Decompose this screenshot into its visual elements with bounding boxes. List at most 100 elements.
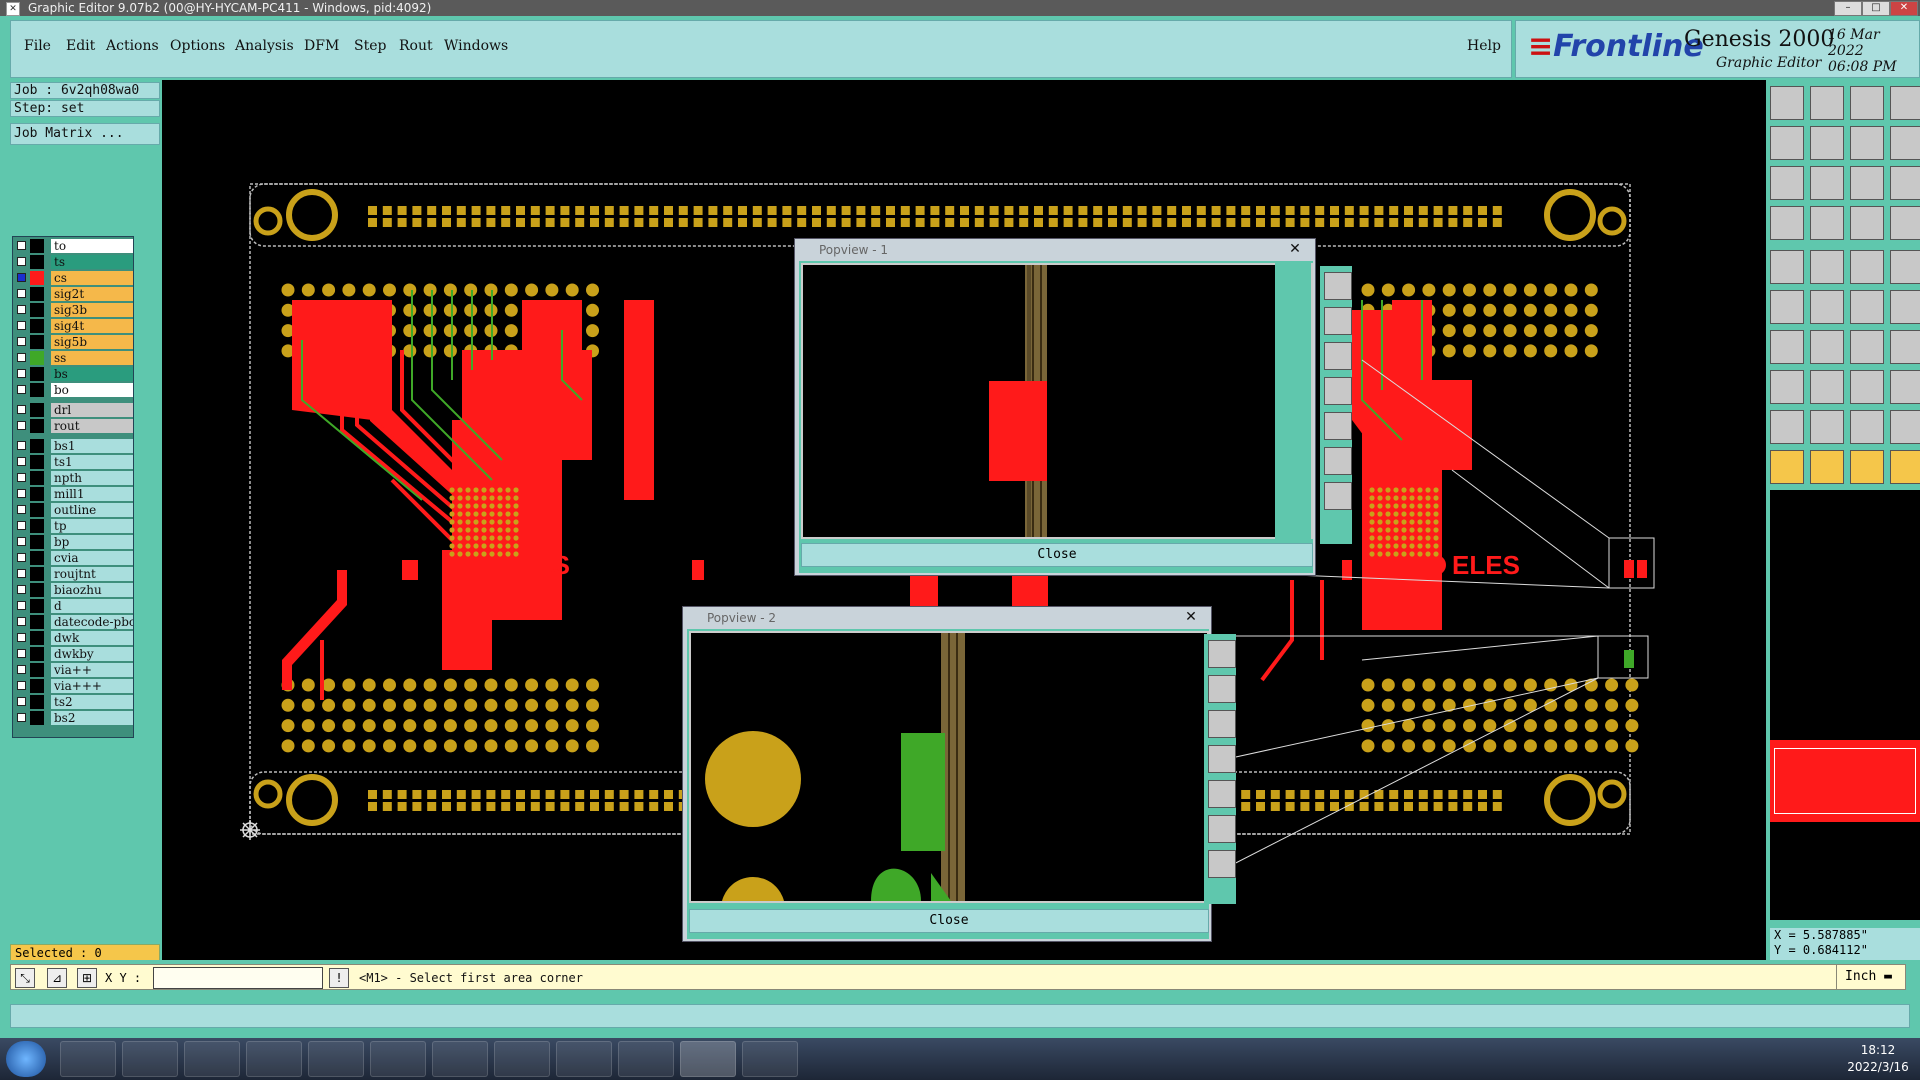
layer-checkbox[interactable] — [17, 457, 26, 466]
layer-row[interactable]: bp — [15, 535, 133, 549]
route-icon[interactable] — [1890, 330, 1920, 364]
popview-zoom-in-icon[interactable] — [1324, 482, 1352, 510]
layer-checkbox[interactable] — [17, 241, 26, 250]
popview-2-view[interactable] — [689, 631, 1209, 903]
triangle-filled-icon[interactable] — [1850, 410, 1884, 444]
snap-grid-icon[interactable] — [1850, 126, 1884, 160]
layer-color-swatch[interactable] — [30, 535, 44, 549]
slope-icon[interactable] — [1770, 330, 1804, 364]
layer-row[interactable]: sig2t — [15, 287, 133, 301]
menu-dfm[interactable]: DFM — [304, 38, 339, 54]
menu-step[interactable]: Step — [354, 38, 386, 54]
layer-name[interactable]: ss — [51, 351, 133, 365]
layer-color-swatch[interactable] — [30, 239, 44, 253]
popview-pan-up-icon[interactable] — [1324, 307, 1352, 335]
layer-name[interactable]: bs — [51, 367, 133, 381]
layer-checkbox[interactable] — [17, 405, 26, 414]
layer-row[interactable]: rout — [15, 419, 133, 433]
popview-2-titlebar[interactable]: Popview - 2 ✕ — [683, 607, 1211, 629]
pointer-icon[interactable] — [1770, 450, 1804, 484]
layer-checkbox[interactable] — [17, 421, 26, 430]
popview-pan-down-icon[interactable] — [1208, 710, 1236, 738]
popview-zoom-fit-icon[interactable] — [1324, 447, 1352, 475]
layer-name[interactable]: cs — [51, 271, 133, 285]
layer-row[interactable]: ts1 — [15, 455, 133, 469]
layer-checkbox[interactable] — [17, 473, 26, 482]
grid-toggle-icon[interactable] — [1810, 206, 1844, 240]
scale-1-2-icon[interactable] — [1850, 166, 1884, 200]
layer-name[interactable]: via++ — [51, 663, 133, 677]
move-pad-icon[interactable] — [1770, 370, 1804, 404]
layer-color-swatch[interactable] — [30, 403, 44, 417]
layer-row[interactable]: bs — [15, 367, 133, 381]
layer-checkbox[interactable] — [17, 353, 26, 362]
layer-row[interactable]: to — [15, 239, 133, 253]
layer-row[interactable]: npth — [15, 471, 133, 485]
popview-1-view[interactable] — [801, 263, 1313, 539]
overview-map[interactable] — [1770, 490, 1920, 920]
popview-zoom-fit-icon[interactable] — [1208, 815, 1236, 843]
popview-pan-right-icon[interactable] — [1324, 412, 1352, 440]
home-icon[interactable] — [1850, 86, 1884, 120]
menu-help[interactable]: Help — [1467, 38, 1501, 54]
layer-row[interactable]: bs1 — [15, 439, 133, 453]
window-icon[interactable] — [1890, 86, 1920, 120]
layer-name[interactable]: outline — [51, 503, 133, 517]
system-clock[interactable]: 18:12 2022/3/16 — [1840, 1042, 1916, 1076]
rotate-icon[interactable] — [1850, 330, 1884, 364]
layer-color-swatch[interactable] — [30, 631, 44, 645]
layer-color-swatch[interactable] — [30, 679, 44, 693]
layer-color-swatch[interactable] — [30, 551, 44, 565]
popview-1-close-icon[interactable]: ✕ — [1283, 240, 1307, 258]
layer-checkbox[interactable] — [17, 649, 26, 658]
layer-color-swatch[interactable] — [30, 567, 44, 581]
layer-name[interactable]: ts — [51, 255, 133, 269]
layer-name[interactable]: rout — [51, 419, 133, 433]
layer-checkbox[interactable] — [17, 697, 26, 706]
layer-color-swatch[interactable] — [30, 351, 44, 365]
select-feature-icon[interactable] — [1770, 250, 1804, 284]
layer-name[interactable]: dwkby — [51, 647, 133, 661]
triangle-icon[interactable] — [1770, 410, 1804, 444]
taskbar-app-genesis[interactable] — [680, 1041, 736, 1077]
maximize-button[interactable]: □ — [1862, 1, 1890, 16]
layer-checkbox[interactable] — [17, 585, 26, 594]
layer-color-swatch[interactable] — [30, 419, 44, 433]
menu-file[interactable]: File — [24, 38, 51, 54]
layer-row[interactable]: bs2 — [15, 711, 133, 725]
layer-name[interactable]: ts2 — [51, 695, 133, 709]
job-matrix-button[interactable]: Job Matrix ... — [10, 123, 160, 145]
net-icon[interactable] — [1770, 290, 1804, 324]
triangle-alt-icon[interactable] — [1890, 410, 1920, 444]
layer-name[interactable]: tp — [51, 519, 133, 533]
layer-row[interactable]: cs — [15, 271, 133, 285]
layer-name[interactable]: npth — [51, 471, 133, 485]
start-button[interactable] — [6, 1041, 46, 1077]
measure-icon[interactable]: ⊿ — [47, 968, 67, 988]
layer-checkbox[interactable] — [17, 521, 26, 530]
display-mode-icon[interactable] — [1890, 206, 1920, 240]
layer-row[interactable]: sig4t — [15, 319, 133, 333]
taskbar-app-shell[interactable] — [60, 1041, 116, 1077]
stretch-icon[interactable] — [1850, 370, 1884, 404]
zoom-fit-icon[interactable] — [1770, 166, 1804, 200]
layer-row[interactable]: d — [15, 599, 133, 613]
layer-name[interactable]: bo — [51, 383, 133, 397]
layer-row[interactable]: via++ — [15, 663, 133, 677]
close-window-button[interactable]: ✕ — [1890, 1, 1918, 16]
layer-row[interactable]: outline — [15, 503, 133, 517]
taskbar-app-other[interactable] — [742, 1041, 798, 1077]
unit-selector[interactable]: Inch ▬ — [1836, 964, 1906, 990]
xy-input[interactable] — [153, 967, 323, 989]
layer-name[interactable]: d — [51, 599, 133, 613]
connect-icon[interactable] — [1890, 290, 1920, 324]
snap-icon[interactable]: ⤡ — [15, 968, 35, 988]
layer-checkbox[interactable] — [17, 321, 26, 330]
popview-pan-left-icon[interactable] — [1208, 745, 1236, 773]
triangle-outline-icon[interactable] — [1810, 410, 1844, 444]
layer-color-swatch[interactable] — [30, 255, 44, 269]
popview-1-titlebar[interactable]: Popview - 1 ✕ — [795, 239, 1315, 261]
popview-pan-down-icon[interactable] — [1324, 342, 1352, 370]
taskbar-app-notepad[interactable] — [122, 1041, 178, 1077]
menu-analysis[interactable]: Analysis — [235, 38, 294, 54]
